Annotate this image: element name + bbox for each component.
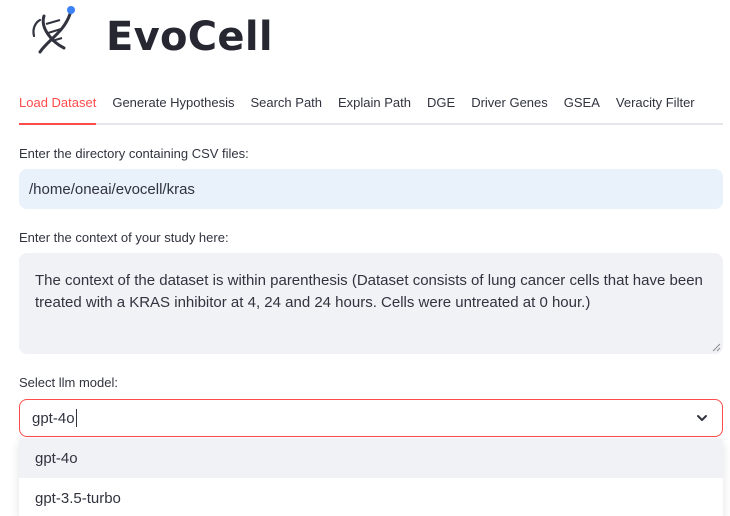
tab-search-path[interactable]: Search Path: [250, 88, 322, 125]
directory-label: Enter the directory containing CSV files…: [19, 146, 249, 161]
text-caret: [75, 409, 77, 427]
model-option-gpt-4o[interactable]: gpt-4o: [19, 438, 723, 478]
app-title: EvoCell: [106, 14, 273, 60]
dna-helix-icon: [32, 6, 75, 54]
tab-veracity-filter[interactable]: Veracity Filter: [616, 88, 695, 125]
resize-handle-icon[interactable]: [712, 343, 721, 352]
header: [30, 2, 80, 58]
model-select[interactable]: gpt-4o: [19, 399, 723, 437]
tab-dge[interactable]: DGE: [427, 88, 455, 125]
tab-bar: Load Dataset Generate Hypothesis Search …: [19, 88, 723, 125]
model-option-gpt-3-5-turbo[interactable]: gpt-3.5-turbo: [19, 478, 723, 516]
model-select-value: gpt-4o: [32, 409, 75, 427]
context-label: Enter the context of your study here:: [19, 230, 229, 245]
app-root: EvoCell Load Dataset Generate Hypothesis…: [0, 0, 730, 516]
tab-generate-hypothesis[interactable]: Generate Hypothesis: [112, 88, 234, 125]
tab-load-dataset[interactable]: Load Dataset: [19, 88, 97, 125]
model-label: Select llm model:: [19, 375, 118, 390]
tab-explain-path[interactable]: Explain Path: [338, 88, 411, 125]
model-dropdown: gpt-4o gpt-3.5-turbo: [19, 438, 723, 516]
directory-input[interactable]: [19, 169, 723, 209]
tab-gsea[interactable]: GSEA: [564, 88, 600, 125]
context-textarea[interactable]: [19, 253, 723, 354]
tab-driver-genes[interactable]: Driver Genes: [471, 88, 548, 125]
chevron-down-icon[interactable]: [696, 412, 708, 424]
